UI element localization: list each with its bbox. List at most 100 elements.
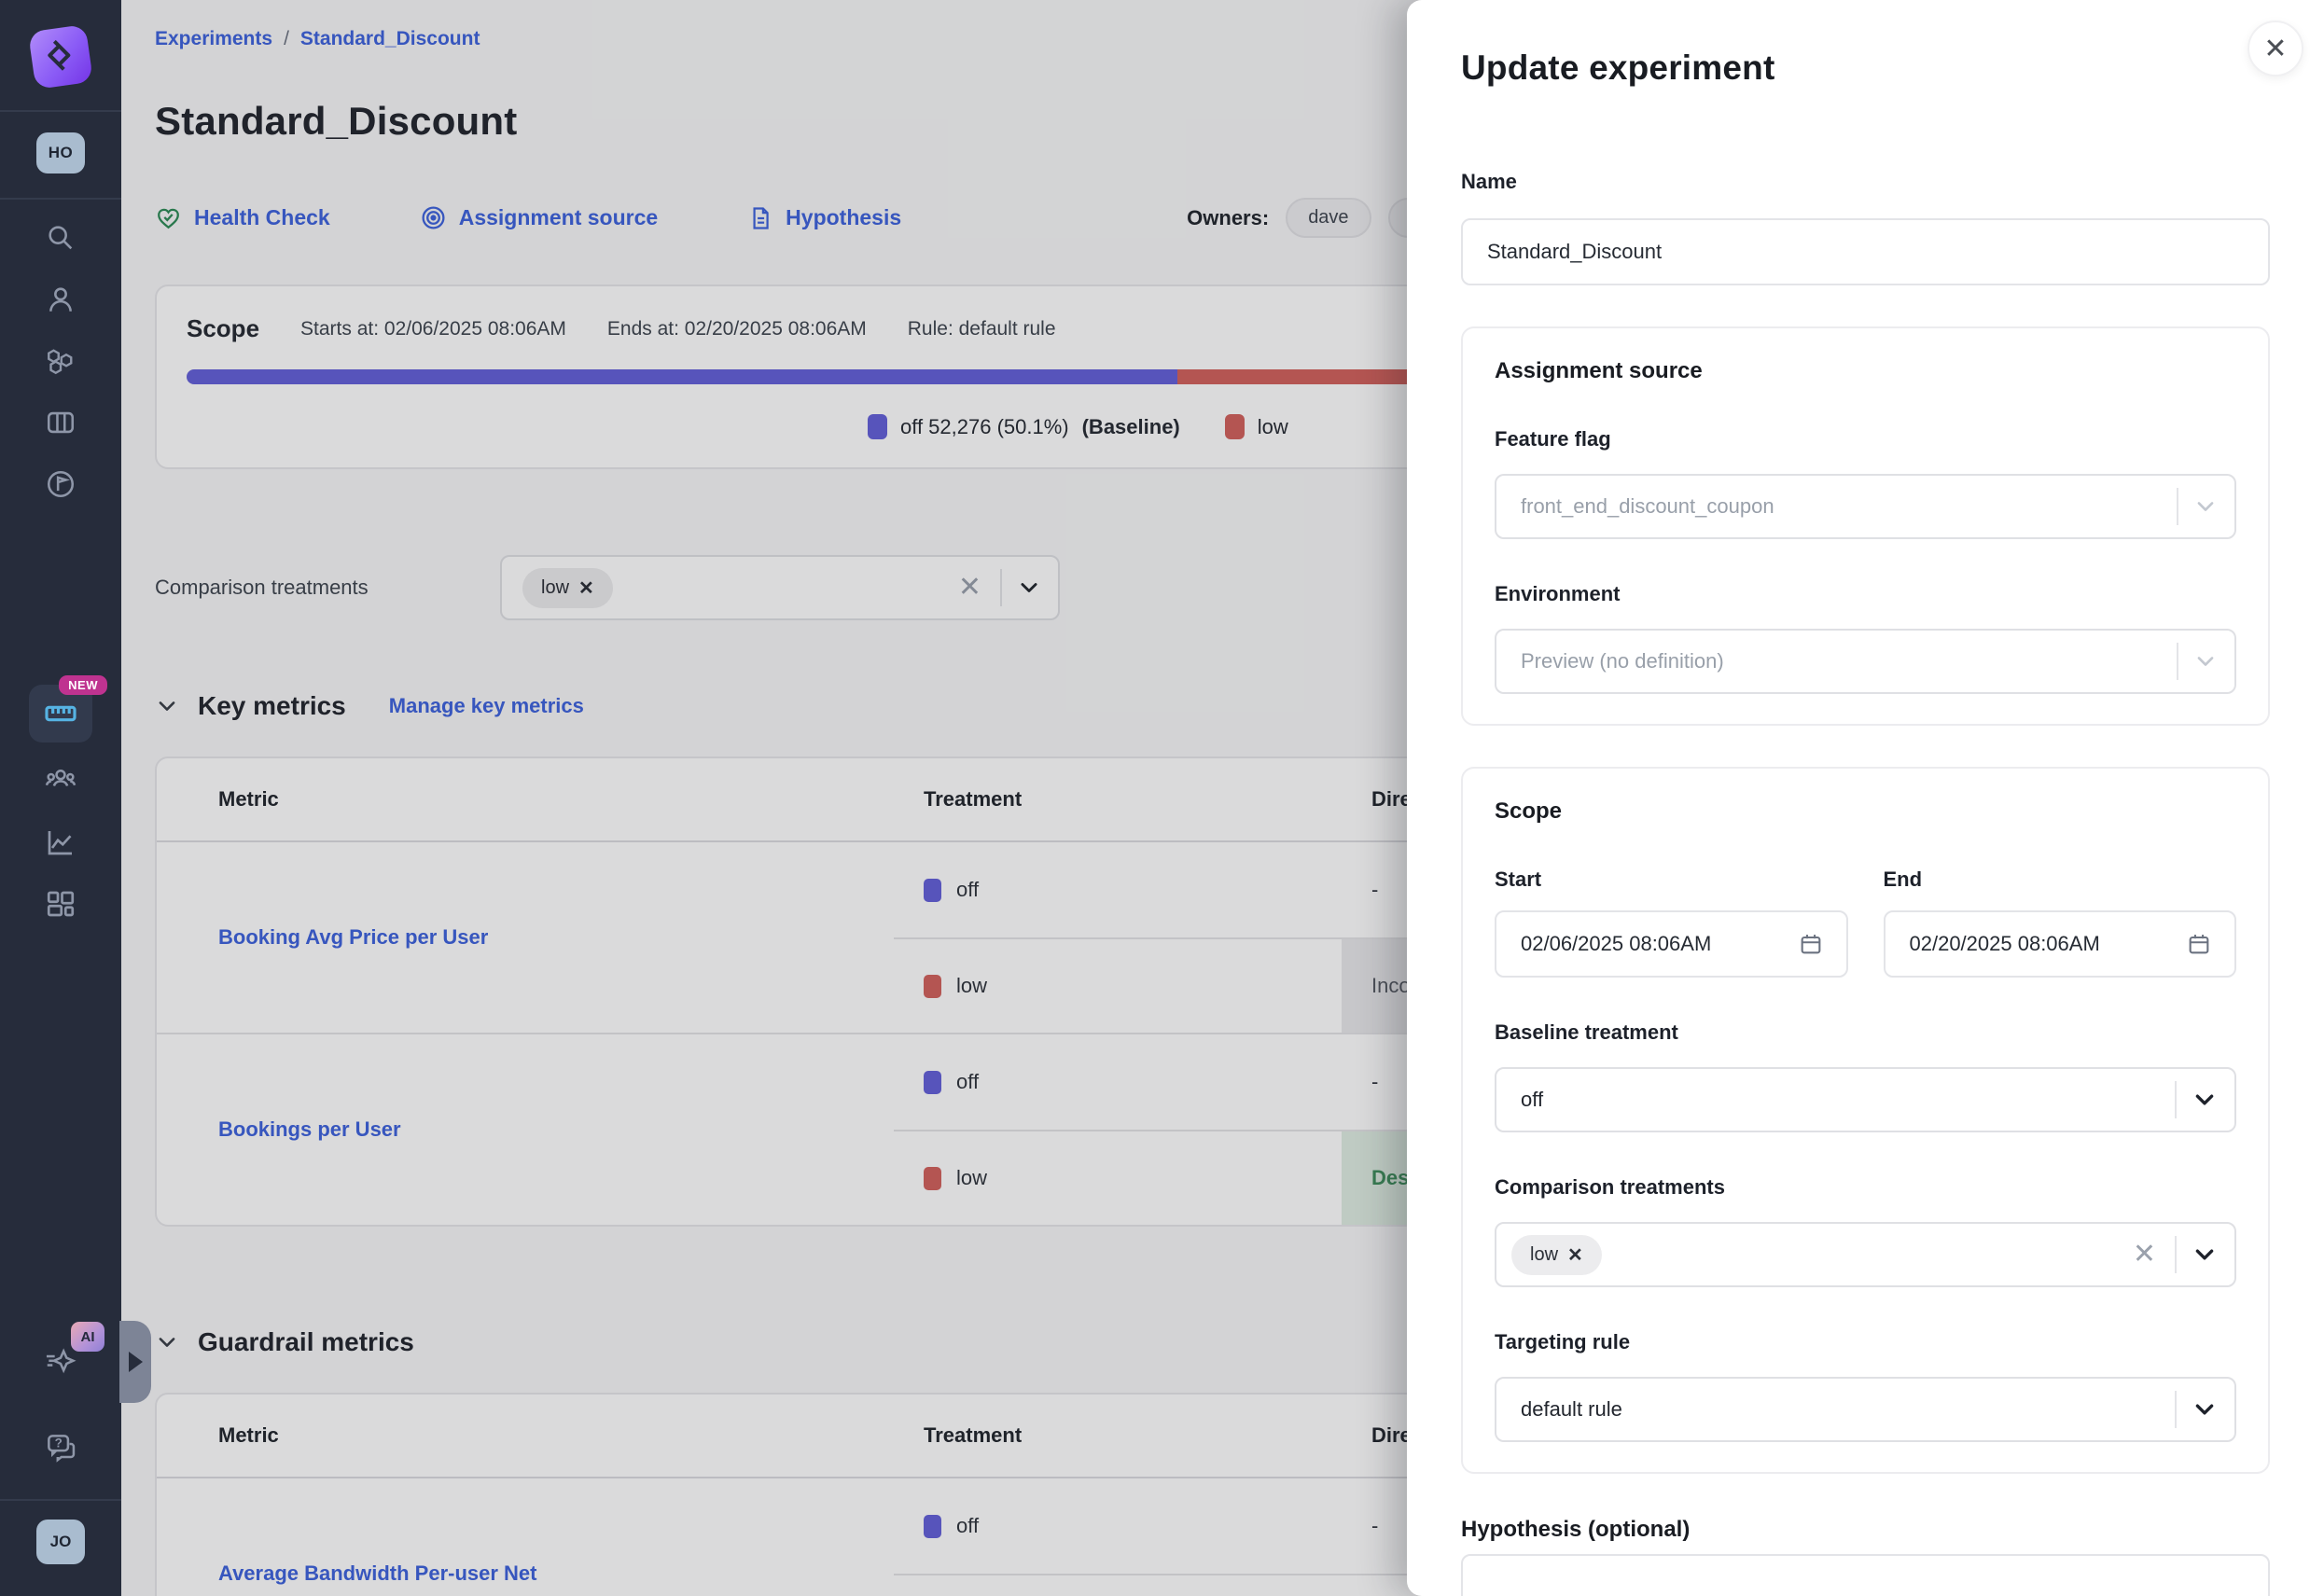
assignment-source-card: Assignment source Feature flag front_end… xyxy=(1461,326,2270,726)
metric-cell: Average Bandwidth Per-user Net xyxy=(157,1478,894,1596)
sidebar-item-help[interactable]: ? xyxy=(37,1424,84,1471)
panel-title: Update experiment xyxy=(1461,49,2270,88)
logo-mark-icon xyxy=(42,38,79,76)
comparison-treatments-select[interactable]: low ✕ ✕ xyxy=(500,555,1060,620)
chevron-down-icon[interactable] xyxy=(2192,1396,2218,1423)
metric-link[interactable]: Bookings per User xyxy=(218,1117,401,1142)
treatment-chip-low[interactable]: low ✕ xyxy=(522,568,613,608)
owners-label: Owners: xyxy=(1187,206,1269,230)
direction-value: - xyxy=(1371,1514,1378,1538)
hypothesis-textarea[interactable] xyxy=(1461,1554,2270,1596)
end-date-value: 02/20/2025 08:06AM xyxy=(1910,932,2100,956)
sidebar-bottom: AI ? JO xyxy=(0,1322,121,1596)
clear-selection-icon[interactable]: ✕ xyxy=(2133,1241,2156,1269)
svg-text:?: ? xyxy=(55,1436,63,1450)
sidebar-item-profile[interactable] xyxy=(37,276,84,323)
treatment-swatch-low xyxy=(924,975,941,998)
metric-cell: Bookings per User xyxy=(157,1034,894,1225)
end-date-input[interactable]: 02/20/2025 08:06AM xyxy=(1884,910,2237,978)
chevron-down-icon[interactable] xyxy=(2193,649,2218,673)
chevron-down-icon[interactable] xyxy=(2192,1242,2218,1268)
legend-label-off: off 52,276 (50.1%) xyxy=(900,415,1069,439)
app-stage: HO xyxy=(0,0,2324,1596)
sidebar-item-ai-assistant[interactable]: AI xyxy=(37,1337,84,1383)
dashboard-icon xyxy=(44,887,77,921)
breadcrumb-experiments[interactable]: Experiments xyxy=(155,28,272,50)
start-date-input[interactable]: 02/06/2025 08:06AM xyxy=(1495,910,1848,978)
sidebar-item-metrics-active[interactable]: NEW xyxy=(29,685,92,742)
comparison-treatments-select[interactable]: low ✕ ✕ xyxy=(1495,1222,2236,1287)
help-chat-icon: ? xyxy=(43,1430,78,1465)
column-header-treatment: Treatment xyxy=(894,1423,1342,1448)
sidebar-item-team[interactable] xyxy=(37,757,84,804)
treatment-chip-low[interactable]: low ✕ xyxy=(1511,1235,1602,1275)
breadcrumb-current[interactable]: Standard_Discount xyxy=(300,28,480,50)
user-avatar[interactable]: JO xyxy=(36,1520,85,1564)
sidebar-item-dashboards[interactable] xyxy=(37,881,84,927)
sidebar-item-launches[interactable] xyxy=(37,461,84,507)
target-icon xyxy=(420,204,447,231)
direction-value: - xyxy=(1371,878,1378,902)
environment-select[interactable]: Preview (no definition) xyxy=(1495,629,2236,694)
flag-circle-icon xyxy=(45,468,77,500)
assignment-source-link[interactable]: Assignment source xyxy=(420,204,658,231)
baseline-treatment-label: Baseline treatment xyxy=(1495,1020,2236,1045)
scope-title: Scope xyxy=(187,314,259,343)
new-badge: NEW xyxy=(59,675,107,695)
health-check-label: Health Check xyxy=(194,205,330,230)
name-input[interactable]: Standard_Discount xyxy=(1461,218,2270,285)
sidebar-item-search[interactable] xyxy=(37,215,84,261)
feature-flag-label: Feature flag xyxy=(1495,427,2236,451)
collapse-chevron-icon[interactable] xyxy=(155,694,179,718)
assignment-source-label: Assignment source xyxy=(459,205,658,230)
legend-label-low: low xyxy=(1258,415,1288,439)
hypothesis-label: Hypothesis xyxy=(786,205,901,230)
sidebar-divider xyxy=(0,110,121,112)
sidebar-expand-handle[interactable] xyxy=(119,1321,151,1403)
clear-selection-icon[interactable]: ✕ xyxy=(958,574,981,602)
feature-flag-select[interactable]: front_end_discount_coupon xyxy=(1495,474,2236,539)
treatment-swatch-off xyxy=(924,1071,941,1094)
workspace-badge[interactable]: HO xyxy=(36,132,85,173)
calendar-icon[interactable] xyxy=(1798,931,1824,957)
chip-remove-icon[interactable]: ✕ xyxy=(578,576,594,600)
environment-value: Preview (no definition) xyxy=(1521,649,1724,673)
collapse-chevron-icon[interactable] xyxy=(155,1330,179,1354)
end-label: End xyxy=(1884,867,2237,892)
chevron-down-icon[interactable] xyxy=(2193,494,2218,519)
columns-icon xyxy=(45,407,77,438)
app-logo-icon[interactable] xyxy=(28,24,93,90)
legend-item-low: low xyxy=(1225,414,1288,439)
treatment-name: low xyxy=(956,974,987,998)
baseline-treatment-select[interactable]: off xyxy=(1495,1067,2236,1132)
comparison-treatments-label: Comparison treatments xyxy=(155,576,500,600)
close-icon[interactable]: ✕ xyxy=(2247,21,2303,76)
metric-link[interactable]: Booking Avg Price per User xyxy=(218,925,488,950)
chip-remove-icon[interactable]: ✕ xyxy=(1567,1243,1583,1267)
sidebar-item-flags[interactable] xyxy=(37,338,84,384)
select-divider xyxy=(2175,1236,2177,1274)
health-check-link[interactable]: Health Check xyxy=(155,204,330,231)
targeting-rule-select[interactable]: default rule xyxy=(1495,1377,2236,1442)
legend-swatch-low xyxy=(1225,414,1245,439)
select-divider xyxy=(2177,488,2178,526)
treatment-name: off xyxy=(956,878,979,902)
calendar-icon[interactable] xyxy=(2186,931,2212,957)
owner-chip-dave[interactable]: dave xyxy=(1286,198,1371,238)
sidebar-item-boards[interactable] xyxy=(37,399,84,446)
feature-flag-value: front_end_discount_coupon xyxy=(1521,494,1774,519)
date-range-row: Start 02/06/2025 08:06AM End 02/20/2025 … xyxy=(1495,867,2236,978)
manage-key-metrics-link[interactable]: Manage key metrics xyxy=(389,694,584,718)
baseline-treatment-value: off xyxy=(1521,1088,1543,1112)
hypothesis-optional-label: Hypothesis (optional) xyxy=(1461,1517,2270,1543)
search-icon xyxy=(45,222,77,254)
hypothesis-link[interactable]: Hypothesis xyxy=(747,205,901,231)
start-label: Start xyxy=(1495,867,1848,892)
chevron-down-icon[interactable] xyxy=(1017,576,1041,600)
chevron-down-icon[interactable] xyxy=(2192,1087,2218,1113)
sidebar-item-analytics[interactable] xyxy=(37,819,84,866)
metric-link[interactable]: Average Bandwidth Per-user Net xyxy=(218,1561,537,1586)
scope-ends-at: Ends at: 02/20/2025 08:06AM xyxy=(607,318,867,340)
treatment-swatch-low xyxy=(924,1167,941,1190)
treatment-cell: low xyxy=(894,1130,1342,1225)
